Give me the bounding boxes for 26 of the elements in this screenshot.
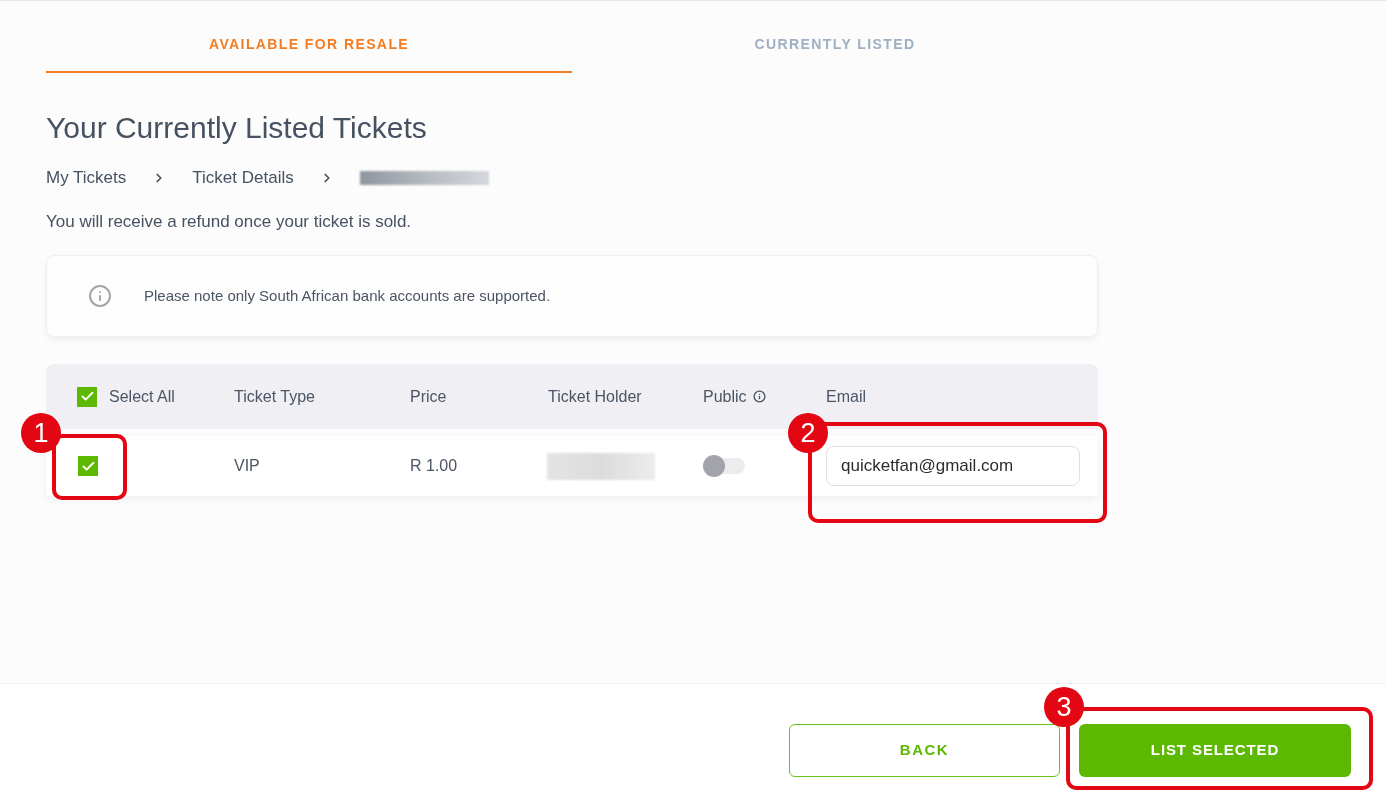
- table-cell: R 1.00: [410, 457, 458, 474]
- column-header: Ticket Holder: [548, 386, 642, 407]
- checkbox[interactable]: [78, 456, 98, 476]
- checkmark-icon: [79, 389, 95, 404]
- breadcrumb-link[interactable]: Ticket Details: [192, 166, 294, 190]
- column-header: Email: [826, 386, 866, 407]
- breadcrumb-link[interactable]: My Tickets: [46, 166, 127, 190]
- column-header: Price: [410, 386, 447, 407]
- tab[interactable]: CURRENTLY LISTED: [572, 1, 1098, 73]
- step-marker: 1: [21, 413, 61, 453]
- step-marker: 3: [1044, 687, 1084, 727]
- email-input[interactable]: quicketfan@gmail.com: [826, 446, 1080, 486]
- page-title: Your Currently Listed Tickets: [46, 110, 428, 146]
- notice-text: Please note only South African bank accounts are supported.: [144, 286, 551, 306]
- back-button[interactable]: BACK: [789, 724, 1060, 777]
- select-all-label: Select All: [109, 386, 175, 407]
- column-header: Ticket Type: [234, 386, 315, 407]
- step-marker: 2: [788, 413, 828, 453]
- table-cell: VIP: [234, 457, 260, 474]
- column-header: Public: [703, 386, 747, 407]
- refund-note: You will receive a refund once your ticket is sold.: [46, 211, 413, 233]
- info-icon: [88, 284, 112, 308]
- toggle-switch[interactable]: [703, 455, 745, 477]
- checkbox[interactable]: [77, 386, 97, 407]
- tab[interactable]: AVAILABLE FOR RESALE: [46, 1, 572, 73]
- list-selected-button[interactable]: LIST SELECTED: [1079, 724, 1351, 777]
